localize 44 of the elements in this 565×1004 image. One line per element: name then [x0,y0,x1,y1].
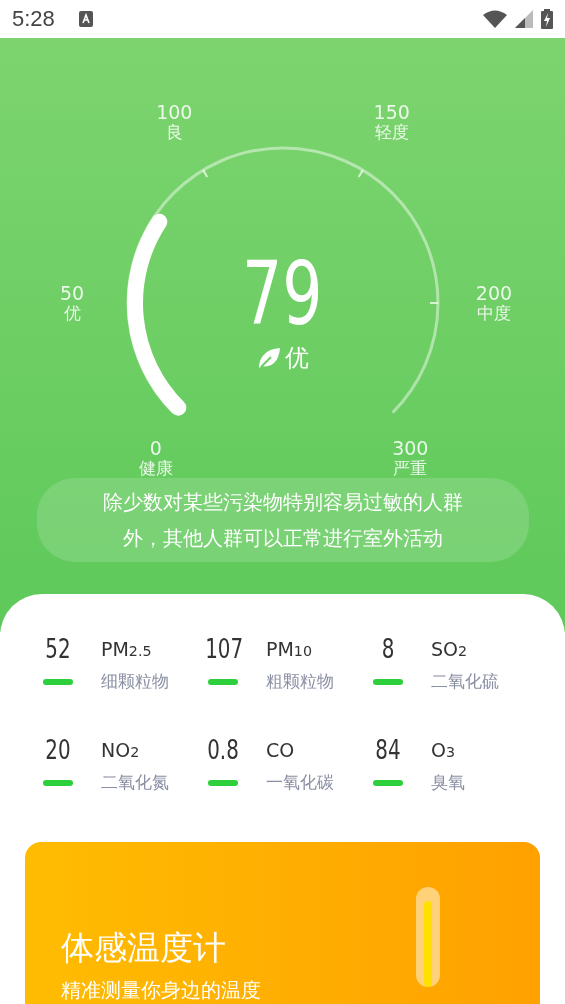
scale-label: 严重 [393,459,428,479]
thermometer-card[interactable]: 体感温度计 精准测量你身边的温度 [25,842,540,1004]
pollutant-bar [208,678,238,685]
notification-icon [78,11,93,27]
battery-icon [541,9,553,29]
advice-text: 除少数对某些污染物特别容易过敏的人群外，其他人群可以正常进行室外活动 [36,478,529,562]
scale-value: 150 [373,102,410,124]
scale-value: 200 [475,283,513,305]
scale-label: 健康 [138,459,173,479]
scale-value: 100 [156,102,193,124]
pollutant-value: 8 [380,634,396,664]
scale-label: 轻度 [374,123,409,142]
scale-label: 中度 [477,304,511,323]
aqi-grade: 优 [284,343,309,374]
pollutant-value: 20 [44,735,72,765]
aqi-value: 79 [242,250,323,338]
pollutant-desc: 细颗粒物 [101,670,170,693]
pollutant-value: 52 [44,634,72,664]
card-subtitle: 精准测量你身边的温度 [61,977,261,1004]
status-time: 5:28 [12,6,55,32]
leaf-icon [256,346,281,370]
pollutant-desc: 一氧化碳 [266,771,335,794]
pollutant-desc: 粗颗粒物 [266,670,335,693]
scale-value: 0 [149,438,162,460]
pollutant-value: 0.8 [206,735,240,765]
wifi-icon [483,10,507,28]
pollutant-name: CO [266,739,296,761]
scale-label: 优 [63,304,81,323]
pollutant-desc: 二氧化硫 [431,670,500,693]
pollutant-desc: 臭氧 [431,771,466,794]
signal-icon [515,10,533,28]
pollutant-bar [43,678,73,685]
scale-value: 50 [59,283,85,305]
pollutant-bar [208,779,238,786]
scale-label: 良 [165,123,183,142]
pollutant-bar [373,779,403,786]
pollutant-value: 107 [205,634,241,664]
pollutant-desc: 二氧化氮 [101,771,170,794]
pollutant-value: 84 [374,735,402,765]
card-title: 体感温度计 [61,927,227,969]
thermometer-icon [416,887,440,987]
pollutant-bar [373,678,403,685]
pollutant-bar [43,779,73,786]
scale-value: 300 [392,438,429,460]
